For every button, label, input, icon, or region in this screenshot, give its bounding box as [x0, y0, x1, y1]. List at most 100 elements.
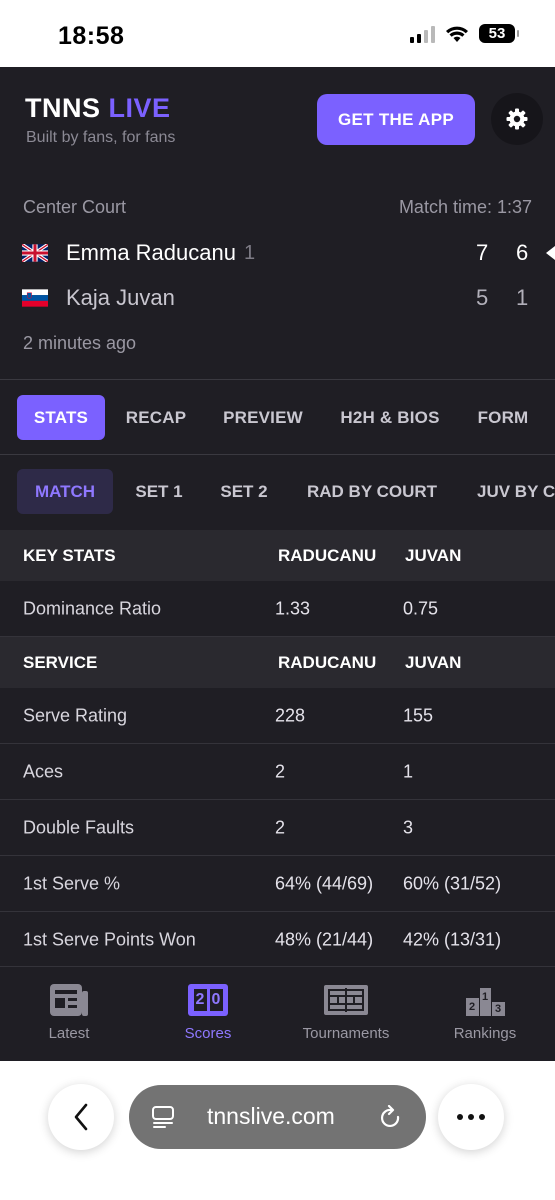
stat-label: Serve Rating — [23, 705, 128, 725]
subtab-juv-by-court[interactable]: JUV BY C — [466, 469, 555, 514]
stat-label: 1st Serve Points Won — [23, 929, 196, 949]
news-icon — [50, 984, 88, 1016]
uk-flag-icon — [22, 244, 48, 262]
match-card[interactable]: Center Court Match time: 1:37 Emma Raduc… — [0, 177, 555, 380]
logo[interactable]: TNNS LIVE — [25, 93, 171, 124]
url-text: tnnslive.com — [207, 1103, 335, 1129]
wifi-icon — [446, 26, 468, 42]
nav-label: Latest — [48, 1025, 90, 1042]
score-p1-set1: 7 — [476, 240, 489, 265]
subtab-rad-by-court[interactable]: RAD BY COURT — [298, 469, 446, 514]
table-row: Double Faults 2 3 — [0, 800, 555, 856]
stat-value-p2: 155 — [403, 705, 434, 725]
stat-value-p1: 228 — [275, 705, 306, 725]
podium-second: 2 — [465, 998, 479, 1016]
stat-value-p2: 42% (13/31) — [403, 929, 502, 949]
header-player-1: RADUCANU — [278, 545, 377, 565]
table-row: Serve Rating 228 155 — [0, 688, 555, 744]
stat-label: Double Faults — [23, 817, 135, 837]
back-button[interactable] — [48, 1084, 114, 1150]
settings-button[interactable] — [491, 93, 543, 145]
gear-icon — [506, 108, 528, 130]
header-player-2: JUVAN — [405, 652, 462, 672]
player-name: Kaja Juvan — [66, 285, 175, 310]
podium-first: 1 — [478, 988, 492, 1016]
status-time: 18:58 — [58, 22, 125, 50]
scoreboard-right: 0 — [209, 989, 223, 1011]
stat-value-p1: 64% (44/69) — [275, 873, 374, 893]
stat-value-p1: 48% (21/44) — [275, 929, 374, 949]
tab-h2h-bios[interactable]: H2H & BIOS — [331, 395, 449, 440]
stat-value-p2: 1 — [403, 761, 414, 781]
subtab-set-2[interactable]: SET 2 — [211, 469, 277, 514]
main-tabs: STATS RECAP PREVIEW H2H & BIOS FORM — [0, 381, 555, 455]
stat-label: Aces — [23, 761, 64, 781]
get-the-app-button[interactable]: GET THE APP — [317, 94, 475, 145]
more-button[interactable] — [438, 1084, 504, 1150]
url-bar[interactable]: tnnslive.com — [129, 1085, 426, 1149]
nav-label: Scores — [184, 1025, 232, 1042]
stat-value-p1: 2 — [275, 817, 286, 837]
battery-icon: 53 — [479, 24, 519, 43]
sub-tabs: MATCH SET 1 SET 2 RAD BY COURT JUV BY C — [0, 456, 555, 530]
status-bar: 18:58 53 — [0, 0, 555, 67]
reload-icon[interactable] — [379, 1105, 403, 1131]
app-header: TNNS LIVE Built by fans, for fans GET TH… — [0, 67, 555, 177]
chevron-left-icon — [74, 1103, 88, 1131]
stats-table: KEY STATS RADUCANU JUVAN Dominance Ratio… — [0, 530, 555, 968]
nav-scores[interactable]: 2 0 Scores — [139, 981, 277, 1042]
player-seed: 1 — [243, 241, 256, 264]
slovenia-flag-icon — [22, 289, 48, 307]
stat-value-p2: 0.75 — [403, 598, 439, 618]
table-header-key-stats: KEY STATS RADUCANU JUVAN — [0, 530, 555, 581]
stat-label: 1st Serve % — [23, 873, 121, 893]
logo-accent: LIVE — [108, 93, 171, 123]
nav-tournaments[interactable]: Tournaments — [277, 981, 415, 1042]
nav-latest[interactable]: Latest — [0, 981, 138, 1042]
header-player-2: JUVAN — [405, 545, 462, 565]
ellipsis-icon — [457, 1114, 485, 1120]
header-label: KEY STATS — [23, 545, 116, 565]
subtab-set-1[interactable]: SET 1 — [127, 469, 191, 514]
header-player-1: RADUCANU — [278, 652, 377, 672]
table-row: Aces 2 1 — [0, 744, 555, 800]
stat-value-p1: 1.33 — [275, 598, 311, 618]
tab-recap[interactable]: RECAP — [118, 395, 194, 440]
updated-ago: 2 minutes ago — [23, 333, 137, 353]
serve-indicator-icon — [546, 246, 555, 260]
match-time: Match time: 1:37 — [398, 197, 532, 217]
status-icons: 53 — [410, 24, 519, 43]
scoreboard-left: 2 — [193, 989, 207, 1011]
tab-form[interactable]: FORM — [467, 395, 539, 440]
court-name: Center Court — [23, 197, 127, 217]
bottom-nav: Latest 2 0 Scores Tournaments 2 1 3 Rank… — [0, 966, 555, 1061]
header-label: SERVICE — [23, 652, 98, 672]
player-row-1: Emma Raducanu 1 — [22, 240, 255, 266]
logo-main: TNNS — [25, 93, 101, 123]
cellular-signal-icon — [410, 25, 435, 43]
tagline: Built by fans, for fans — [26, 129, 176, 146]
player-row-2: Kaja Juvan — [22, 285, 175, 311]
table-header-service: SERVICE RADUCANU JUVAN — [0, 637, 555, 688]
stat-value-p2: 60% (31/52) — [403, 873, 502, 893]
subtab-match[interactable]: MATCH — [17, 469, 113, 514]
nav-rankings[interactable]: 2 1 3 Rankings — [416, 981, 554, 1042]
browser-toolbar: tnnslive.com — [0, 1061, 555, 1200]
stat-label: Dominance Ratio — [23, 598, 162, 618]
table-row: Dominance Ratio 1.33 0.75 — [0, 581, 555, 637]
podium-icon: 2 1 3 — [465, 984, 505, 1016]
tab-preview[interactable]: PREVIEW — [214, 395, 312, 440]
nav-label: Rankings — [453, 1025, 517, 1042]
score-p2-set2: 1 — [516, 285, 529, 310]
table-row: 1st Serve Points Won 48% (21/44) 42% (13… — [0, 912, 555, 968]
stat-value-p2: 3 — [403, 817, 414, 837]
page-format-icon — [152, 1106, 174, 1128]
player-name: Emma Raducanu — [66, 240, 236, 265]
nav-label: Tournaments — [302, 1025, 390, 1042]
score-p1-set2: 6 — [516, 240, 529, 265]
score-p2-set1: 5 — [476, 285, 489, 310]
tab-stats[interactable]: STATS — [17, 395, 105, 440]
table-row: 1st Serve % 64% (44/69) 60% (31/52) — [0, 856, 555, 912]
stat-value-p1: 2 — [275, 761, 286, 781]
podium-third: 3 — [491, 1002, 505, 1016]
